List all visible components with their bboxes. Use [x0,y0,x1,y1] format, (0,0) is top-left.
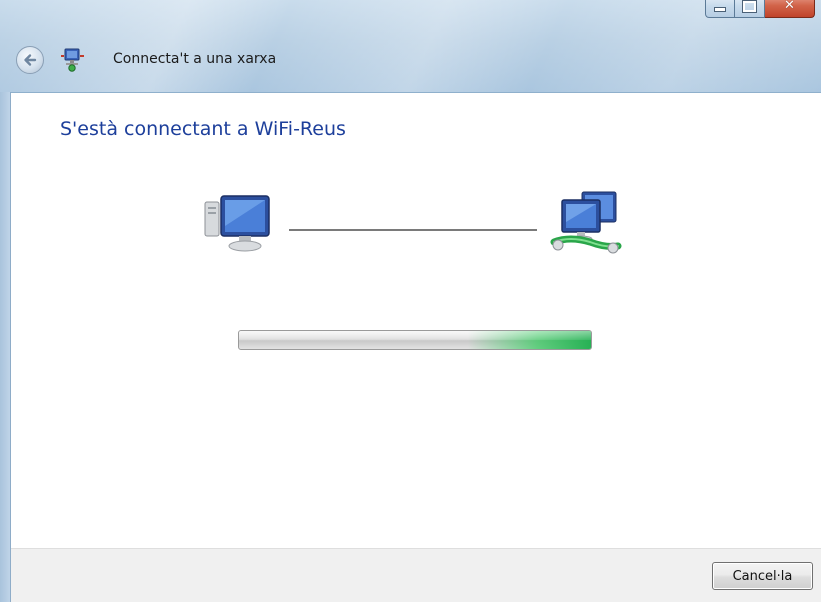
close-button[interactable]: ✕ [765,0,815,18]
title-bar: ✕ Connecta't a una xarxa [0,0,821,93]
window-title: Connecta't a una xarxa [113,51,277,67]
page-heading: S'està connectant a WiFi-Reus [60,118,346,140]
network-connection-icon [61,48,84,72]
connect-to-network-window: ✕ Connecta't a una xarxa S'està connecta… [0,0,821,602]
connection-line [289,229,537,231]
window-frame-left [0,92,11,602]
network-icon [550,191,622,254]
computer-icon [204,195,270,252]
maximize-icon [742,0,757,13]
maximize-button[interactable] [735,0,765,18]
caption-buttons: ✕ [705,0,815,18]
progress-indicator [239,331,591,349]
cancel-button[interactable]: Cancel·la [712,562,813,590]
close-icon: ✕ [784,0,795,13]
connection-progress-bar [238,330,592,350]
minimize-button[interactable] [705,0,735,18]
minimize-icon [714,7,726,12]
back-button[interactable] [16,46,44,74]
back-arrow-icon [24,54,37,66]
dialog-footer: Cancel·la [11,548,821,602]
